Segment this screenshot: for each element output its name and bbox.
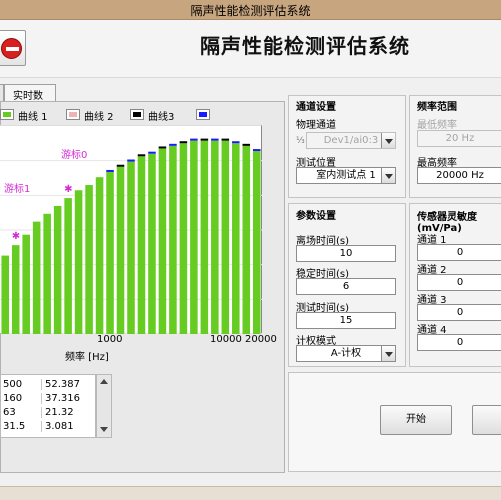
spectrum-plot[interactable]: ✱ ✱ [0, 125, 262, 334]
x-tick-20000: 20000 [245, 334, 277, 345]
chevron-down-icon[interactable] [381, 168, 395, 183]
channel-4-field[interactable]: 0 [417, 334, 501, 351]
bar-top-marker [252, 149, 261, 152]
channel-settings-title: 通道设置 [296, 102, 336, 113]
bar [95, 177, 104, 334]
table-row: 31.5 3.081 [1, 421, 97, 435]
channel-3-field[interactable]: 0 [417, 304, 501, 321]
bar [116, 166, 125, 334]
bar [106, 171, 114, 334]
bar [22, 234, 30, 334]
bar [43, 213, 51, 334]
cursor-1-marker: ✱ [12, 231, 20, 242]
min-frequency-field[interactable]: 20 Hz [417, 130, 501, 147]
table-row: 500 52.387 [1, 379, 97, 393]
physical-channel-label: 物理通道 [296, 120, 336, 131]
io-icon: ⅓ [296, 136, 305, 146]
bar [252, 151, 261, 334]
bar [11, 245, 20, 334]
table-row: 63 21.32 [1, 407, 97, 421]
bar [242, 145, 251, 334]
bar [32, 221, 41, 334]
bar [127, 161, 135, 334]
x-axis-label: 频率 [Hz] [65, 352, 109, 363]
bar-top-marker [106, 169, 114, 172]
bottom-border [0, 486, 501, 500]
frequency-range-title: 频率范围 [417, 102, 457, 113]
cursor-0-marker: ✱ [64, 184, 72, 195]
bar [74, 190, 83, 334]
stable-time-field[interactable]: 6 [296, 278, 396, 295]
bar [179, 143, 188, 334]
bar [53, 205, 62, 334]
window-title-bar: 隔声性能检测评估系统 [0, 0, 501, 20]
table-row: 160 37.316 [1, 393, 97, 407]
bar-top-marker [148, 151, 156, 154]
max-frequency-field[interactable]: 20000 Hz [417, 167, 501, 184]
tab-realtime-data[interactable]: 实时数据 [4, 84, 56, 117]
table-scrollbar[interactable] [96, 374, 112, 438]
leave-time-field[interactable]: 10 [296, 245, 396, 262]
legend-swatch [130, 109, 144, 120]
start-button[interactable]: 开始 [380, 405, 452, 435]
channel-1-field[interactable]: 0 [417, 244, 501, 261]
bar [232, 143, 240, 334]
bar [85, 185, 93, 334]
physical-channel-select[interactable]: Dev1/ai0:3 [306, 132, 396, 149]
bar [137, 156, 146, 334]
legend-swatch [0, 109, 14, 120]
bar [1, 255, 10, 334]
results-table: 500 52.387 160 37.316 63 21.32 31.5 3.081 [0, 374, 96, 438]
bar-top-marker [190, 138, 198, 141]
chevron-down-icon[interactable] [381, 346, 395, 361]
bar-top-marker [232, 141, 240, 144]
app-title: 隔声性能检测评估系统 [200, 34, 410, 58]
chevron-down-icon[interactable] [381, 133, 395, 148]
secondary-button[interactable] [472, 405, 501, 435]
weighting-mode-select[interactable]: A-计权 [296, 345, 396, 362]
min-frequency-label: 最低频率 [417, 120, 457, 131]
bar [148, 153, 156, 334]
bar-top-marker [200, 138, 209, 141]
bar [211, 140, 219, 334]
window-title: 隔声性能检测评估系统 [190, 4, 311, 18]
bar-top-marker [158, 146, 167, 149]
bar [190, 140, 198, 334]
cursor-0-label: 游标0 [61, 150, 88, 161]
test-time-field[interactable]: 15 [296, 312, 396, 329]
cursor-1-label: 游标1 [4, 184, 31, 195]
channel-2-field[interactable]: 0 [417, 274, 501, 291]
stop-button[interactable] [0, 30, 26, 66]
spectrum-chart: ✱✱ [0, 138, 262, 334]
bar-top-marker [137, 154, 146, 157]
bar [200, 140, 209, 334]
x-tick-1000: 1000 [97, 334, 123, 345]
bar [169, 145, 177, 334]
x-tick-10000: 10000 [210, 334, 242, 345]
legend-swatch [196, 109, 210, 120]
bar [64, 198, 72, 334]
parameter-settings-title: 参数设置 [296, 211, 336, 222]
scroll-down-icon[interactable] [100, 427, 108, 432]
stop-icon [1, 38, 22, 59]
bar-top-marker [242, 143, 251, 146]
tab-bar: 实时数据 [0, 84, 285, 117]
bar [221, 140, 230, 334]
bar [158, 148, 167, 334]
scroll-up-icon[interactable] [100, 379, 108, 384]
bar-top-marker [211, 138, 219, 141]
bar-top-marker [221, 138, 230, 141]
bar-top-marker [179, 141, 188, 144]
bar-top-marker [169, 143, 177, 146]
legend-swatch [66, 109, 80, 120]
bar-top-marker [116, 164, 125, 167]
test-position-select[interactable]: 室内测试点 1 [296, 167, 396, 184]
bar-top-marker [127, 159, 135, 162]
